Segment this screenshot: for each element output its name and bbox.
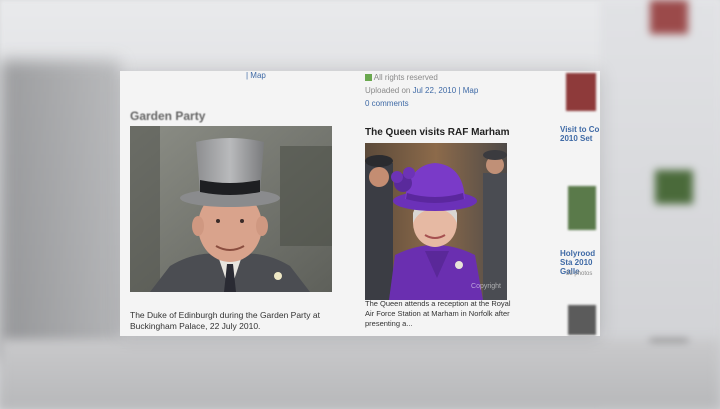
duke-photo-caption: The Duke of Edinburgh during the Garden … — [130, 310, 320, 331]
duke-photo-image — [130, 126, 332, 292]
photo-queen[interactable]: Copyright — [365, 143, 507, 300]
photo-watermark: Copyright — [471, 283, 501, 290]
background-left-blur — [0, 60, 120, 360]
set-thumbnail-3[interactable] — [568, 305, 596, 335]
background-bottom-blur — [0, 339, 720, 409]
right-photo-column: All rights reserved Uploaded on Jul 22, … — [363, 71, 523, 336]
set-link-visit[interactable]: Visit to Co 2010 Set — [560, 125, 600, 143]
photo-title[interactable]: The Queen visits RAF Marham — [365, 127, 509, 138]
queen-photo-image — [365, 143, 507, 300]
left-photo-column: | Map Garden Party The Duke of Edinburgh… — [128, 71, 343, 336]
comments-link[interactable]: 0 comments — [365, 99, 409, 108]
photostream-panel: | Map Garden Party The Duke of Edinburgh… — [120, 71, 600, 336]
set-thumbnail-1[interactable] — [566, 73, 596, 111]
uploaded-label: Uploaded on — [365, 86, 411, 95]
queen-photo-caption: The Queen attends a reception at the Roy… — [365, 299, 511, 328]
uploaded-date-link[interactable]: Jul 22, 2010 — [413, 86, 457, 95]
left-map-link[interactable]: | Map — [246, 71, 266, 80]
sidebar-sets: Visit to Co 2010 Set Holyrood Sta 2010 G… — [560, 71, 600, 336]
rights-text: All rights reserved — [373, 73, 438, 82]
photo-duke[interactable] — [130, 126, 332, 292]
set-photo-count: 33 photos — [566, 271, 593, 277]
license-icon — [365, 74, 372, 82]
section-title: Garden Party — [130, 109, 206, 123]
right-map-link[interactable]: | Map — [458, 86, 478, 95]
set-thumbnail-2[interactable] — [568, 186, 596, 230]
